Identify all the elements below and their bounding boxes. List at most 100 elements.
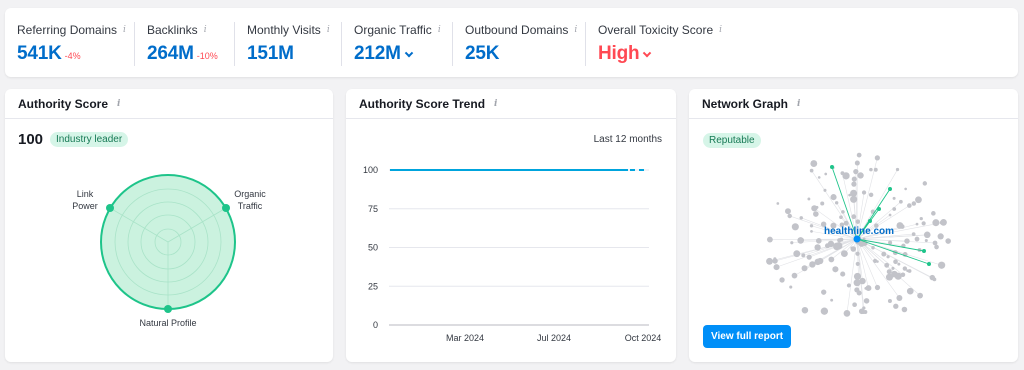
graph-node [809,261,816,268]
metric-organic-traffic[interactable]: Organic Traffic i 212M [342,8,448,77]
graph-node [837,238,842,243]
info-icon[interactable]: i [327,25,337,35]
graph-node [881,251,887,257]
metric-label: Organic Traffic [354,23,432,37]
metric-value[interactable]: High [598,43,640,65]
metric-outbound-domains[interactable]: Outbound Domains i 25K [453,8,584,77]
graph-node [886,255,890,259]
metric-backlinks[interactable]: Backlinks i 264M -10% [135,8,218,77]
graph-node [815,205,819,209]
graph-node [915,196,922,204]
graph-edge [856,238,930,265]
graph-node [840,250,848,258]
info-icon[interactable]: i [438,25,448,35]
info-icon[interactable]: i [719,25,729,35]
graph-node [851,181,857,187]
graph-node [766,236,773,243]
graph-node [906,269,909,273]
graph-node [927,233,931,237]
graph-node [854,160,860,166]
info-icon[interactable]: i [574,25,584,35]
graph-node [887,298,892,303]
graph-node-highlight [868,219,872,223]
graph-node [868,192,874,198]
y-tick-label: 50 [368,243,378,253]
graph-node [892,196,896,200]
graph-node [917,292,923,299]
metric-delta: -4% [64,51,81,61]
graph-node [915,222,919,226]
graph-node [855,219,861,224]
graph-node [911,201,917,206]
radar-label-organic-traffic: Organic Traffic [234,189,266,211]
graph-node [807,197,811,201]
info-icon[interactable]: i [123,25,133,35]
graph-node [779,277,785,283]
network-center-label[interactable]: healthline.com [824,226,894,237]
graph-node [893,303,899,309]
graph-node [801,253,806,258]
metric-value[interactable]: 212M [354,43,401,65]
graph-node-highlight [877,207,881,211]
metric-value[interactable]: 25K [465,43,499,65]
graph-node [832,266,839,273]
chevron-down-icon[interactable] [404,48,413,58]
metric-toxicity-score[interactable]: Overall Toxicity Score i High [586,8,729,77]
y-tick-label: 100 [363,165,378,175]
view-full-report-button[interactable]: View full report [703,325,792,348]
graph-node [888,213,892,217]
graph-node-highlight [922,249,926,253]
metric-referring-domains[interactable]: Referring Domains i 541K -4% [5,8,133,77]
graph-node-highlight [888,187,892,191]
graph-node [793,250,801,258]
graph-node [931,211,936,216]
graph-node [932,240,938,246]
graph-node [873,167,878,172]
graph-node [919,216,923,221]
metric-delta: -10% [196,51,218,61]
graph-node [841,210,845,214]
graph-node [873,258,878,263]
metric-value[interactable]: 264M [147,43,194,65]
radar-point[interactable] [164,305,172,313]
authority-score-card: Authority Score i 100 Industry leader Lin… [5,89,333,362]
graph-node [846,283,851,288]
chevron-down-icon[interactable] [643,48,652,58]
radar-label-link-power: Link Power [72,189,98,211]
graph-node [851,176,857,182]
graph-node [850,195,858,203]
graph-node [773,257,777,261]
graph-node [823,188,827,192]
graph-node [814,244,821,251]
y-tick-label: 75 [368,204,378,214]
x-tick-label: Oct 2024 [625,333,662,343]
graph-node [896,295,903,301]
graph-node [850,246,854,250]
graph-node [888,240,893,245]
graph-node-highlight [927,262,931,266]
graph-node [891,266,895,270]
graph-node [945,238,951,244]
graph-node [932,219,940,227]
graph-node [842,172,850,180]
metric-value[interactable]: 541K [17,43,62,65]
info-icon[interactable]: i [204,25,214,35]
graph-node [893,259,898,265]
graph-node [789,285,793,289]
graph-node [874,155,880,161]
graph-node [892,207,897,211]
graph-node [809,224,814,228]
network-graph-card: Network Graph i Reputable healthline.com … [689,89,1018,362]
graph-node [924,238,928,243]
graph-node [895,167,900,172]
graph-node [820,307,829,315]
graph-node [857,172,864,179]
radar-point[interactable] [106,204,114,212]
metric-value[interactable]: 151M [247,43,294,65]
metric-monthly-visits[interactable]: Monthly Visits i 151M [235,8,337,77]
graph-node [853,279,861,287]
graph-node [907,203,912,208]
graph-node [810,230,813,233]
graph-node [830,298,834,302]
graph-edge [769,238,858,262]
